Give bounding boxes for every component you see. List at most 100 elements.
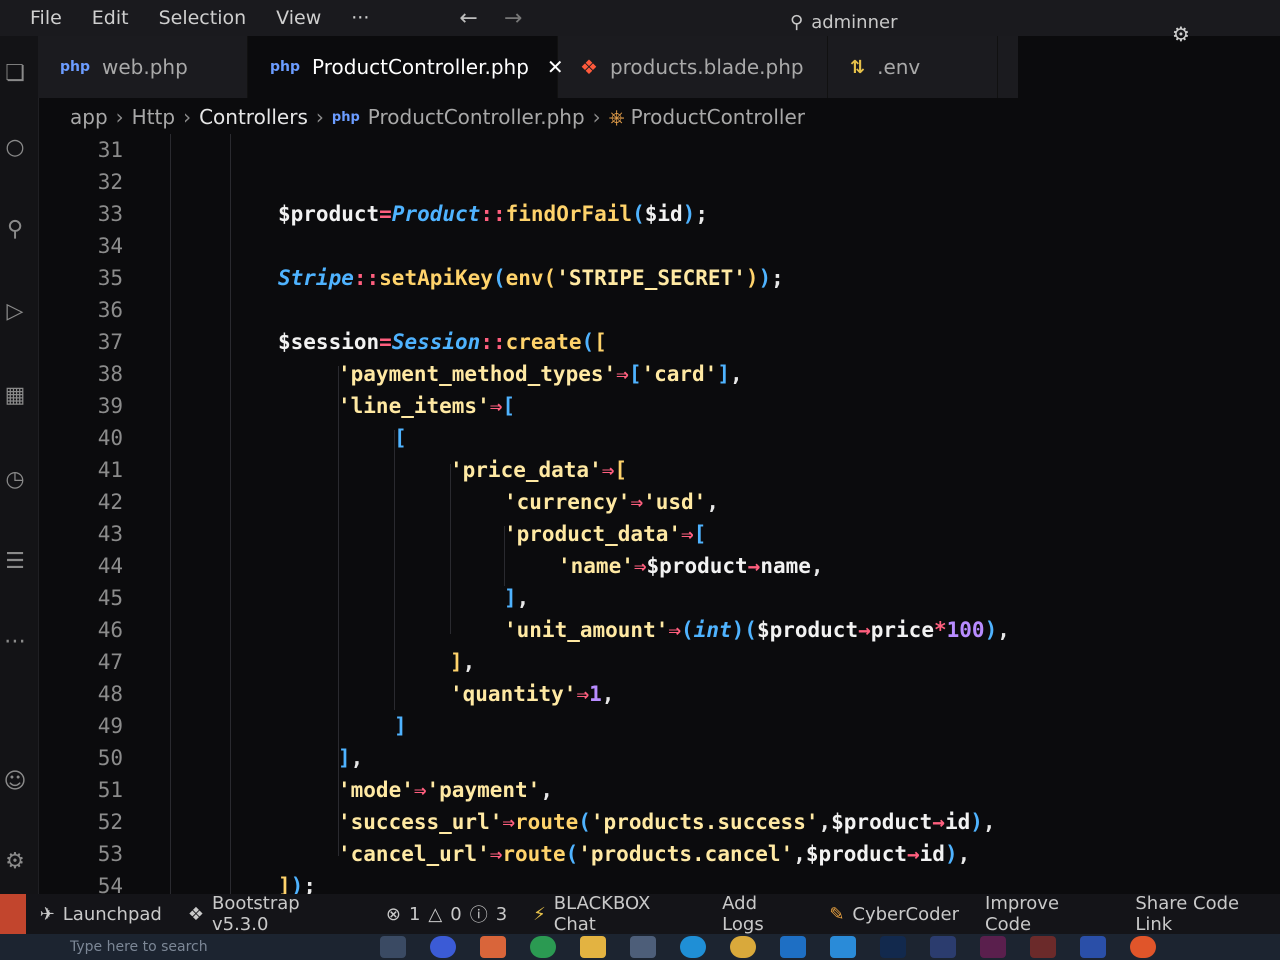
meet-icon[interactable] [430,936,456,958]
code-line: 50 ], [38,742,1280,774]
line-number: 47 [97,650,123,674]
line-number: 37 [97,330,123,354]
command-center-label: adminner [811,11,898,33]
lightning-icon: ⚡ [533,903,546,925]
account-icon[interactable]: ☺ [0,766,30,796]
code-line: 44 'name' ⇒ $product → name, [38,550,1280,582]
breadcrumb-http[interactable]: Http [132,105,175,129]
back-arrow-icon[interactable]: ← [459,6,477,31]
activity-bar: ❏ ○ ⚲ ▷ ▦ ◷ ☰ ⋯ ☺ ⚙ [0,36,39,904]
code-text: 'mode' ⇒ 'payment', [338,778,553,802]
launchpad-item[interactable]: ✈ Launchpad [40,904,162,925]
taskbar-search[interactable]: Type here to search [70,939,350,955]
remote-indicator-icon[interactable] [0,894,26,934]
bootstrap-item[interactable]: ❖ Bootstrap v5.3.0 [188,893,360,935]
breadcrumb-controllers[interactable]: Controllers [199,105,308,129]
editor-tabs: php web.php php ProductController.php ✕ … [38,36,1018,98]
line-number: 35 [97,266,123,290]
code-editor[interactable]: 31 32 33 $product = Product:: findOrFail(… [38,134,1280,898]
info-count: 3 [495,903,508,925]
chevron-right-icon: › [115,105,124,129]
app-icon[interactable] [1030,936,1056,958]
line-number: 34 [97,234,123,258]
menu-view[interactable]: View [276,7,321,29]
source-control-icon[interactable]: ⚲ [0,214,30,244]
menu-edit[interactable]: Edit [92,7,129,29]
status-bar: ✈ Launchpad ❖ Bootstrap v5.3.0 ⊗ 1 △ 0 ⓘ… [0,893,1280,935]
line-number: 42 [97,490,123,514]
file-explorer-icon[interactable] [580,936,606,958]
whatsapp-icon[interactable] [530,936,556,958]
extensions-icon[interactable]: ▦ [0,380,30,410]
breadcrumb-class[interactable]: ProductController [631,105,805,129]
tab-label: web.php [102,55,188,79]
line-number: 38 [97,362,123,386]
edge-icon[interactable] [680,936,706,958]
cybercoder-item[interactable]: ✎ CyberCoder [829,904,959,925]
copilot-icon[interactable]: ⚙ [1172,22,1190,46]
explorer-icon[interactable]: ❏ [0,58,30,88]
tab-product-controller[interactable]: php ProductController.php ✕ [248,36,564,98]
breadcrumb-app[interactable]: app [70,105,108,129]
tab-products-blade[interactable]: ❖ products.blade.php [558,36,828,98]
improve-code-item[interactable]: Improve Code [985,893,1109,935]
app-icon[interactable] [480,936,506,958]
code-line: 51 'mode' ⇒ 'payment', [38,774,1280,806]
tab-label: ProductController.php [312,55,529,79]
line-number: 51 [97,778,123,802]
command-center-search[interactable]: ⚲ adminner [790,8,1150,36]
code-line: 47 ], [38,646,1280,678]
app-icon[interactable] [930,936,956,958]
line-number: 39 [97,394,123,418]
search-view-icon[interactable]: ○ [0,132,30,162]
bootstrap-label: Bootstrap v5.3.0 [211,893,300,935]
code-line: 38 'payment_method_types' ⇒ ['card'], [38,358,1280,390]
chevron-right-icon: › [183,105,192,129]
tab-label: products.blade.php [609,55,804,79]
code-line: 33 $product = Product:: findOrFail($id); [38,198,1280,230]
tab-env[interactable]: ⇅ .env [828,36,998,98]
chrome-icon[interactable] [730,936,756,958]
pencil-icon: ✎ [829,903,845,925]
breadcrumb-file[interactable]: ProductController.php [368,105,585,129]
database-icon[interactable]: ☰ [0,546,30,576]
code-line: 53 'cancel_url' ⇒ route('products.cancel… [38,838,1280,870]
code-text: [ [394,426,407,450]
forward-arrow-icon[interactable]: → [504,6,522,31]
line-number: 32 [97,170,123,194]
tab-web-php[interactable]: php web.php [38,36,248,98]
postman-icon[interactable] [1130,936,1156,958]
line-number: 36 [97,298,123,322]
menu-selection[interactable]: Selection [159,7,247,29]
add-logs-item[interactable]: Add Logs [722,893,803,935]
error-icon: ⊗ [385,903,401,925]
menu-more[interactable]: ··· [351,7,369,29]
app-icon[interactable] [1080,936,1106,958]
task-view-icon[interactable] [380,936,406,958]
line-number: 46 [97,618,123,642]
share-code-link-item[interactable]: Share Code Link [1135,893,1280,935]
line-number: 40 [97,426,123,450]
code-text: 'payment_method_types' ⇒ ['card'], [338,362,743,386]
more-views-icon[interactable]: ⋯ [0,626,30,656]
outlook-icon[interactable] [780,936,806,958]
blackbox-chat-item[interactable]: ⚡ BLACKBOX Chat [533,893,696,935]
line-number: 31 [97,138,123,162]
os-taskbar: Type here to search [0,934,1280,960]
problems-item[interactable]: ⊗ 1 △ 0 ⓘ 3 [386,901,507,927]
code-text: 'unit_amount' ⇒ (int)($product → price * 1… [504,618,1010,642]
photoshop-icon[interactable] [880,936,906,958]
settings-gear-icon[interactable]: ⚙ [0,846,30,876]
info-icon: ⓘ [469,905,488,926]
code-text: Stripe:: setApiKey(env('STRIPE_SECRET')); [278,266,784,290]
menu-file[interactable]: File [30,7,62,29]
calculator-icon[interactable] [630,936,656,958]
share-code-link-label: Share Code Link [1135,893,1240,935]
line-number: 52 [97,810,123,834]
xd-icon[interactable] [980,936,1006,958]
code-line: 32 [38,166,1280,198]
vscode-icon[interactable] [830,936,856,958]
run-debug-icon[interactable]: ▷ [0,296,30,326]
remote-explorer-icon[interactable]: ◷ [0,464,30,494]
warning-icon: △ [428,903,443,925]
